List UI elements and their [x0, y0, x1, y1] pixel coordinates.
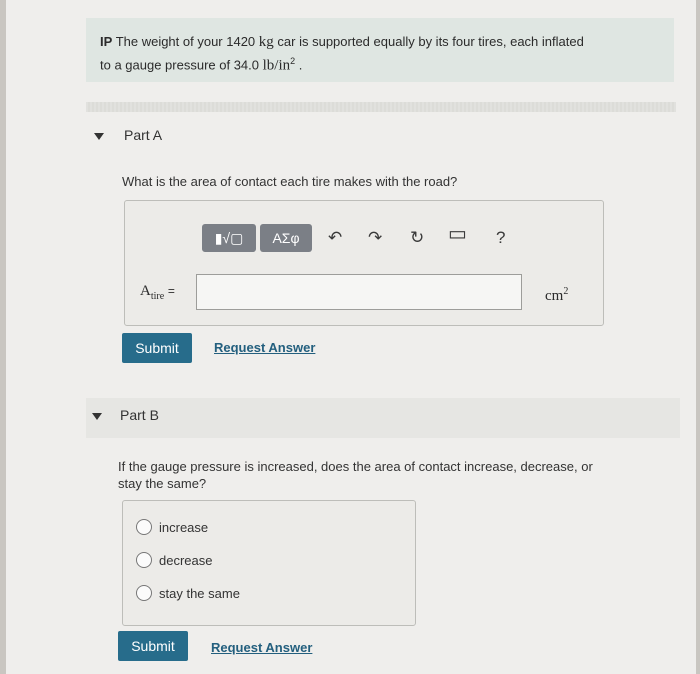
templates-button[interactable]: ▮√▢: [202, 224, 256, 252]
keyboard-icon[interactable]: ▭: [448, 224, 467, 244]
part-b-title[interactable]: Part B: [120, 407, 159, 423]
collapse-triangle-icon[interactable]: [92, 413, 102, 420]
part-a-request-answer-link[interactable]: Request Answer: [214, 340, 315, 355]
help-icon[interactable]: ?: [496, 229, 505, 246]
unit-base: cm: [545, 288, 564, 304]
reset-icon[interactable]: ↻: [410, 229, 424, 246]
divider: [86, 102, 676, 112]
part-b-question: If the gauge pressure is increased, does…: [118, 458, 658, 492]
problem-text-2end: .: [298, 57, 303, 73]
symbols-button[interactable]: ΑΣφ: [260, 224, 312, 252]
page: IP The weight of your 1420 kg car is sup…: [6, 0, 696, 674]
problem-statement: IP The weight of your 1420 kg car is sup…: [86, 18, 674, 82]
redo-icon[interactable]: ↷: [368, 229, 382, 246]
equals-sign: =: [167, 284, 175, 298]
part-b-question-line2: stay the same?: [118, 476, 207, 491]
radio-decrease[interactable]: [136, 552, 152, 568]
problem-text-1a: The weight of your 1420: [115, 34, 256, 49]
problem-prefix: IP: [100, 34, 113, 49]
answer-input[interactable]: [196, 274, 522, 310]
radio-stay-the-same[interactable]: [136, 585, 152, 601]
part-a-submit-button[interactable]: Submit: [122, 333, 192, 363]
variable-name: A: [140, 283, 151, 299]
problem-text-1b: car is supported equally by its four tir…: [277, 34, 584, 49]
option-stay-the-same-label[interactable]: stay the same: [159, 586, 240, 601]
problem-unit-pressure: lb/in: [262, 57, 291, 74]
problem-unit-kg: kg: [258, 34, 274, 50]
answer-variable-label: Atire =: [140, 283, 175, 302]
part-a-question: What is the area of contact each tire ma…: [122, 174, 458, 189]
part-b-question-line1: If the gauge pressure is increased, does…: [118, 459, 593, 474]
problem-text-2a: to a gauge pressure of 34.0: [100, 57, 260, 73]
problem-unit-exp: 2: [290, 56, 296, 66]
answer-unit: cm2: [545, 286, 568, 305]
part-a-title[interactable]: Part A: [124, 127, 162, 143]
unit-exponent: 2: [563, 286, 569, 297]
collapse-triangle-icon[interactable]: [94, 133, 104, 140]
option-decrease-label[interactable]: decrease: [159, 553, 212, 568]
radio-increase[interactable]: [136, 519, 152, 535]
option-increase-label[interactable]: increase: [159, 520, 208, 535]
undo-icon[interactable]: ↶: [328, 229, 342, 246]
part-b-header[interactable]: [86, 398, 680, 438]
part-b-request-answer-link[interactable]: Request Answer: [211, 640, 312, 655]
part-b-submit-button[interactable]: Submit: [118, 631, 188, 661]
variable-subscript: tire: [150, 291, 165, 302]
